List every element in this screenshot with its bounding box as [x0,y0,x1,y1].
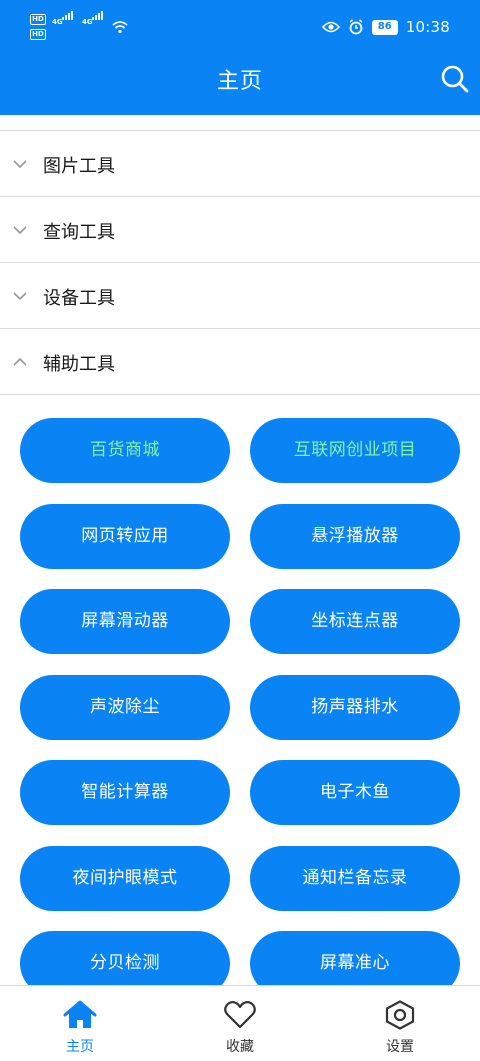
tool-button[interactable]: 电子木鱼 [250,760,460,825]
tab-favorites[interactable]: 收藏 [160,986,320,1061]
tool-button[interactable]: 互联网创业项目 [250,418,460,483]
section-device-tools[interactable]: 设备工具 [0,263,480,329]
status-bar: HD HD 4G 4G 86 10:38 [0,0,480,50]
network-indicators: HD HD 4G 4G [30,11,140,42]
home-icon [63,1000,97,1028]
tab-label: 收藏 [226,1039,254,1055]
tool-button[interactable]: 分贝检测 [20,931,230,985]
tab-settings[interactable]: 设置 [320,986,480,1061]
section-assist-tools[interactable]: 辅助工具 [0,329,480,395]
alarm-icon [349,19,363,35]
chevron-up-icon [13,357,27,366]
tool-button[interactable]: 悬浮播放器 [250,503,460,569]
section-label: 图片工具 [43,156,115,177]
hd-badge-2: HD [30,29,46,40]
section-label: 查询工具 [43,222,115,243]
page-title: 主页 [216,69,263,94]
tab-label: 主页 [66,1039,94,1055]
section-label: 设备工具 [43,288,115,309]
tool-button[interactable]: 网页转应用 [20,503,230,569]
eye-icon [321,21,340,33]
tool-button[interactable]: 通知栏备忘录 [250,845,460,911]
section-label: 辅助工具 [43,354,115,375]
heart-icon [224,1001,256,1029]
chevron-down-icon [13,292,27,301]
tab-home[interactable]: 主页 [0,986,160,1061]
tool-grid: 百货商城 互联网创业项目 网页转应用 悬浮播放器 屏幕滑动器 坐标连点器 声波除尘 扬声器排水… [0,418,480,985]
app-bar: HD HD 4G 4G 86 10:38 主页 [0,0,480,115]
search-icon[interactable] [440,64,470,94]
category-list: 图片工具 查询工具 设备工具 辅助工具 [0,130,480,395]
wifi-icon [112,21,128,34]
section-image-tools[interactable]: 图片工具 [0,131,480,197]
tool-button[interactable]: 屏幕准心 [250,931,460,985]
chevron-down-icon [13,160,27,169]
clock: 10:38 [405,18,450,36]
tab-label: 设置 [386,1039,414,1055]
tool-button[interactable]: 扬声器排水 [250,674,460,740]
battery-indicator: 86 [371,19,398,35]
tool-button[interactable]: 坐标连点器 [250,589,460,654]
hd-badge: HD [30,14,46,25]
section-query-tools[interactable]: 查询工具 [0,197,480,263]
settings-icon [385,1000,415,1030]
system-indicators: 86 10:38 [321,16,450,38]
bottom-nav: 主页 收藏 设置 [0,985,480,1061]
tool-button[interactable]: 夜间护眼模式 [20,845,230,911]
tool-button[interactable]: 屏幕滑动器 [20,589,230,654]
tool-button[interactable]: 智能计算器 [20,760,230,825]
tool-button[interactable]: 百货商城 [20,418,230,483]
tool-button[interactable]: 声波除尘 [20,674,230,740]
chevron-down-icon [13,226,27,235]
